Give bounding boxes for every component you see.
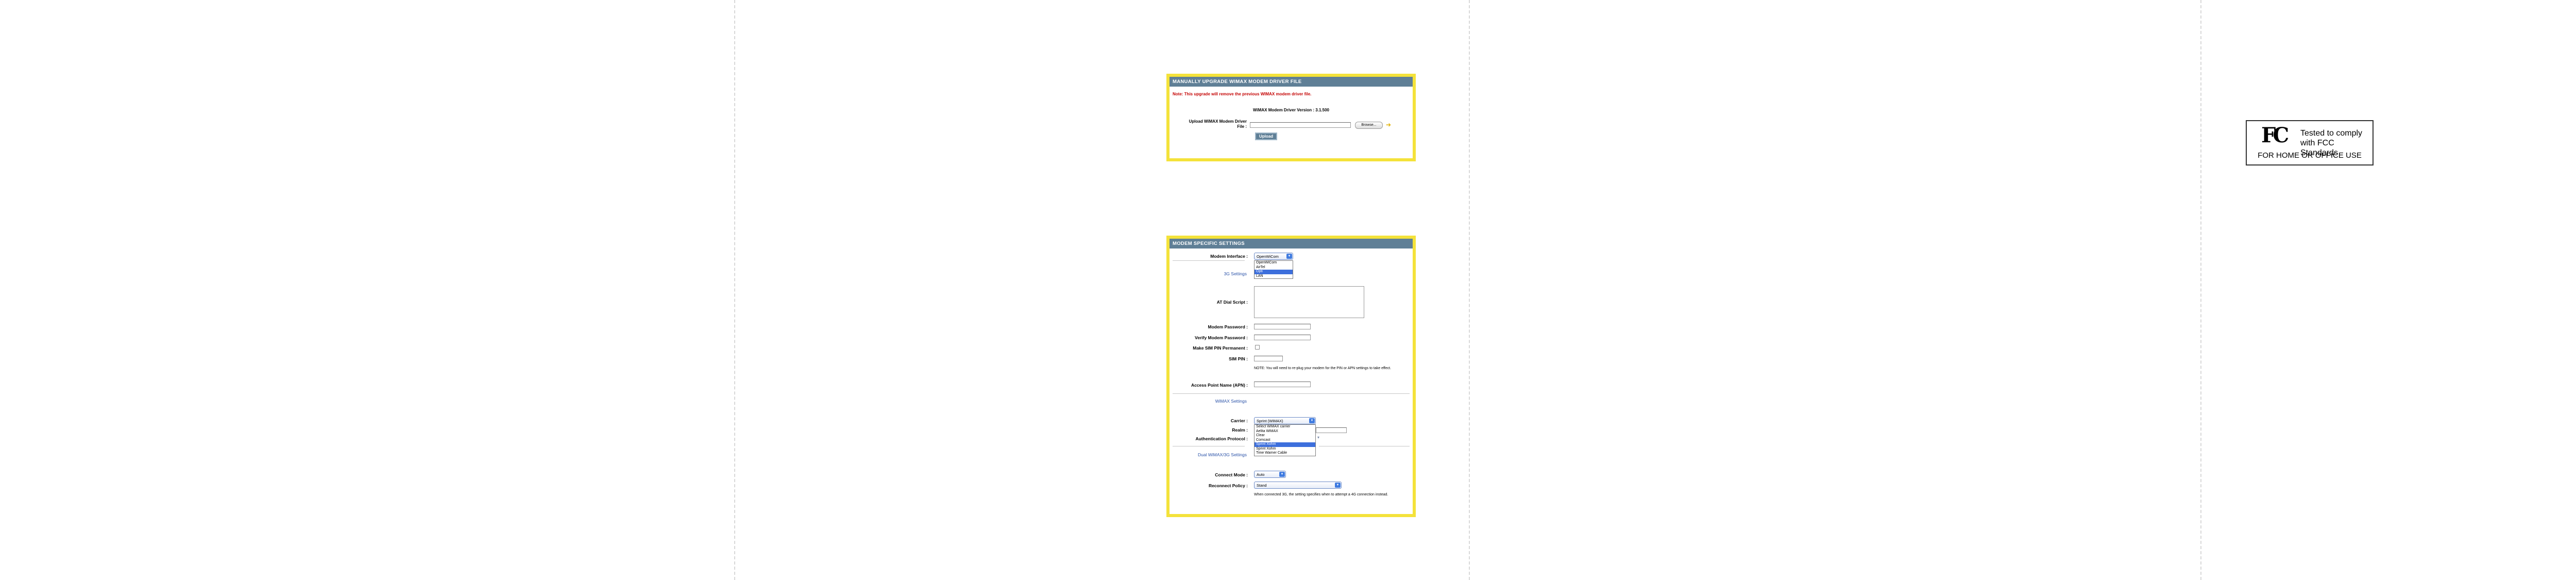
modem-password-field[interactable] [1254,324,1311,329]
reconnect-note: When connected 3G, the setting specifies… [1254,493,1388,496]
chevron-down-icon: ▼ [1286,254,1292,259]
carrier-label: Carrier : [1230,418,1248,423]
divider-line [734,0,735,580]
arrow-pointer-icon: ➔ [1386,121,1392,128]
carrier-value: Sprint (WiMAX) [1257,419,1283,423]
auth-protocol-label: Authentication Protocol : [1195,436,1248,441]
upgrade-driver-panel: MANUALLY UPGRADE WIMAX MODEM DRIVER FILE… [1166,74,1416,161]
fcc-line1: Tested to comply [2300,129,2363,138]
fcc-usage-text: FOR HOME OR OFFICE USE [2258,151,2362,160]
dropdown-option[interactable]: Time Warner Cable [1255,451,1315,456]
panel-title: MODEM SPECIFIC SETTINGS [1170,239,1413,250]
upload-driver-label: Upload WiMAX Modem Driver File : [1170,119,1247,129]
apn-field[interactable] [1254,382,1311,387]
verify-password-label: Verify Modem Password : [1195,335,1248,340]
3g-settings-heading: 3G Settings [1224,271,1247,276]
reconnect-policy-label: Reconnect Policy : [1208,483,1248,488]
modem-settings-panel: MODEM SPECIFIC SETTINGS Modem Interface … [1166,236,1416,517]
sim-pin-label: SIM PIN : [1229,356,1248,361]
dual-settings-heading: Dual WiMAX/3G Settings [1198,452,1247,457]
upgrade-note: Note: This upgrade will remove the previ… [1173,92,1312,96]
driver-file-path-input[interactable] [1250,122,1351,128]
dropdown-option[interactable]: Comcast [1255,438,1315,443]
dropdown-option[interactable]: LAN [1255,274,1293,279]
section-divider [1173,260,1245,261]
at-dial-script-label: AT Dial Script : [1216,300,1248,305]
modem-interface-value: OpenWiCom [1257,254,1279,259]
browse-button[interactable]: Browse... [1355,122,1383,129]
chevron-down-icon: ▼ [1335,483,1341,488]
fcc-compliance-label: FC Tested to comply with FCC Standards F… [2246,120,2374,165]
make-pin-permanent-checkbox[interactable] [1255,345,1260,350]
reconnect-policy-select[interactable]: Stand ▼ [1254,482,1342,489]
wimax-settings-heading: WiMAX Settings [1215,399,1247,404]
modem-interface-label: Modem Interface : [1210,254,1248,259]
connect-mode-select[interactable]: Auto ▼ [1254,471,1286,478]
dropdown-option[interactable]: Aelita WiMAX [1255,429,1315,434]
reconnect-policy-value: Stand [1257,483,1267,488]
chevron-down-icon: ▼ [1309,418,1315,423]
apn-label: Access Point Name (APN) : [1191,383,1248,388]
realm-field[interactable] [1316,427,1347,433]
upload-label-line1: Upload WiMAX Modem Driver [1189,119,1247,124]
upload-button[interactable]: Upload [1255,132,1278,140]
modem-interface-select[interactable]: OpenWiCom ▼ [1254,253,1293,260]
section-divider [1173,393,1410,394]
dropdown-option[interactable]: OpenWiCom [1255,261,1293,266]
connect-mode-value: Auto [1257,472,1265,477]
chevron-down-icon: ▼ [1279,472,1285,477]
make-pin-permanent-label: Make SIM PIN Permanent : [1193,345,1248,351]
connect-mode-label: Connect Mode : [1215,472,1248,477]
realm-label: Realm : [1232,427,1248,433]
divider-line [1469,0,1470,580]
driver-version: WiMAX Modem Driver Version : 3.1.500 [1253,108,1329,112]
modem-password-label: Modem Password : [1208,324,1248,329]
divider-line [2200,0,2201,580]
upload-label-line2: File : [1237,124,1247,129]
carrier-select[interactable]: Sprint (WiMAX) ▼ [1254,417,1316,424]
at-dial-script-textarea[interactable] [1254,286,1364,318]
dropdown-option-selected[interactable]: Opti [1255,270,1293,274]
verify-password-field[interactable] [1254,335,1311,340]
dropdown-option-selected[interactable]: Sprint Xohm [1255,442,1315,447]
fcc-logo: FC [2261,123,2289,147]
carrier-dropdown[interactable]: Select WiMAX carrier Aelita WiMAX Clear … [1254,424,1316,456]
dropdown-option[interactable]: Sprint Xohm [1255,447,1315,452]
dropdown-option[interactable]: AirTel [1255,266,1293,270]
dropdown-option[interactable]: Select WiMAX carrier [1255,425,1315,429]
modem-interface-dropdown[interactable]: OpenWiCom AirTel Opti LAN [1254,260,1293,279]
sim-note: NOTE: You will need to re-plug your mode… [1254,367,1392,370]
chevron-down-icon[interactable]: ▾ [1317,435,1323,440]
dropdown-option[interactable]: Clear [1255,434,1315,438]
sim-pin-field[interactable] [1254,356,1283,361]
panel-title: MANUALLY UPGRADE WIMAX MODEM DRIVER FILE [1170,77,1413,88]
